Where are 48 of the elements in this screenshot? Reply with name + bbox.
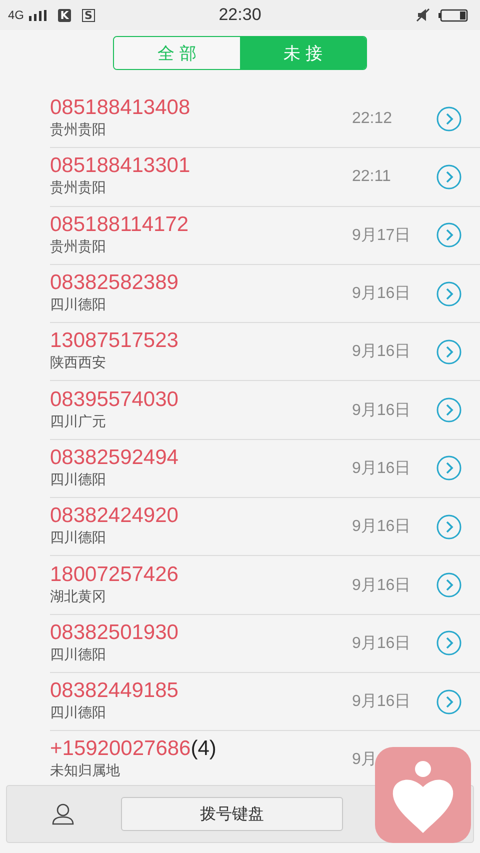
call-location: 贵州贵阳: [50, 179, 107, 198]
call-time: 9月16日: [352, 517, 412, 538]
contact-icon[interactable]: [51, 803, 75, 825]
phone-number: 085188413301: [50, 154, 190, 178]
call-time: 22:12: [352, 110, 394, 128]
signal-icon: [29, 10, 48, 20]
phone-number: 08395574030: [50, 388, 178, 412]
phone-number: 18007257426: [50, 562, 178, 587]
phone-number: 08382449185: [50, 679, 178, 704]
app-icon: K: [58, 8, 72, 22]
status-time: 22:30: [218, 5, 262, 25]
call-location: 四川广元: [50, 412, 107, 431]
call-location: 贵州贵阳: [50, 121, 107, 140]
call-time: 9月: [352, 750, 378, 770]
call-time: 9月16日: [352, 342, 412, 362]
call-count: (4): [190, 737, 216, 762]
phone-number: 08382501930: [50, 620, 178, 645]
app-icon: S: [82, 8, 96, 22]
phone-number: 08382424920: [50, 504, 178, 528]
phone-number: 085188413408: [50, 96, 190, 120]
call-location: 贵州贵阳: [50, 238, 107, 256]
floating-app-icon[interactable]: [375, 747, 471, 843]
call-time: 9月16日: [352, 284, 412, 304]
call-time: 9月16日: [352, 634, 412, 654]
call-location: 四川德阳: [50, 529, 107, 548]
call-time: 22:11: [352, 168, 392, 186]
call-location: 四川德阳: [50, 646, 107, 664]
phone-number: 085188114172: [50, 212, 189, 237]
call-time: 9月16日: [352, 400, 412, 421]
call-time: 9月16日: [352, 576, 412, 596]
call-time: 9月16日: [352, 692, 412, 712]
phone-number: +15920027686: [50, 737, 191, 762]
call-location: 未知归属地: [50, 762, 121, 780]
call-location: 四川德阳: [50, 704, 107, 722]
phone-number: 08382592494: [50, 446, 178, 470]
call-location: 湖北黄冈: [50, 588, 107, 606]
network-label: 4G: [8, 8, 24, 22]
mute-icon: [416, 8, 430, 22]
call-location: 四川德阳: [50, 470, 107, 489]
call-location: 四川德阳: [50, 296, 107, 314]
battery-icon: [438, 8, 468, 22]
call-time: 9月16日: [352, 458, 412, 479]
phone-number: 13087517523: [50, 329, 178, 354]
dialpad-button[interactable]: 拨号键盘: [121, 797, 343, 831]
call-location: 陕西西安: [50, 354, 107, 372]
call-time: 9月17日: [352, 226, 412, 246]
filter-tab[interactable]: 未 接: [240, 37, 366, 69]
phone-number: 08382582389: [50, 271, 178, 296]
